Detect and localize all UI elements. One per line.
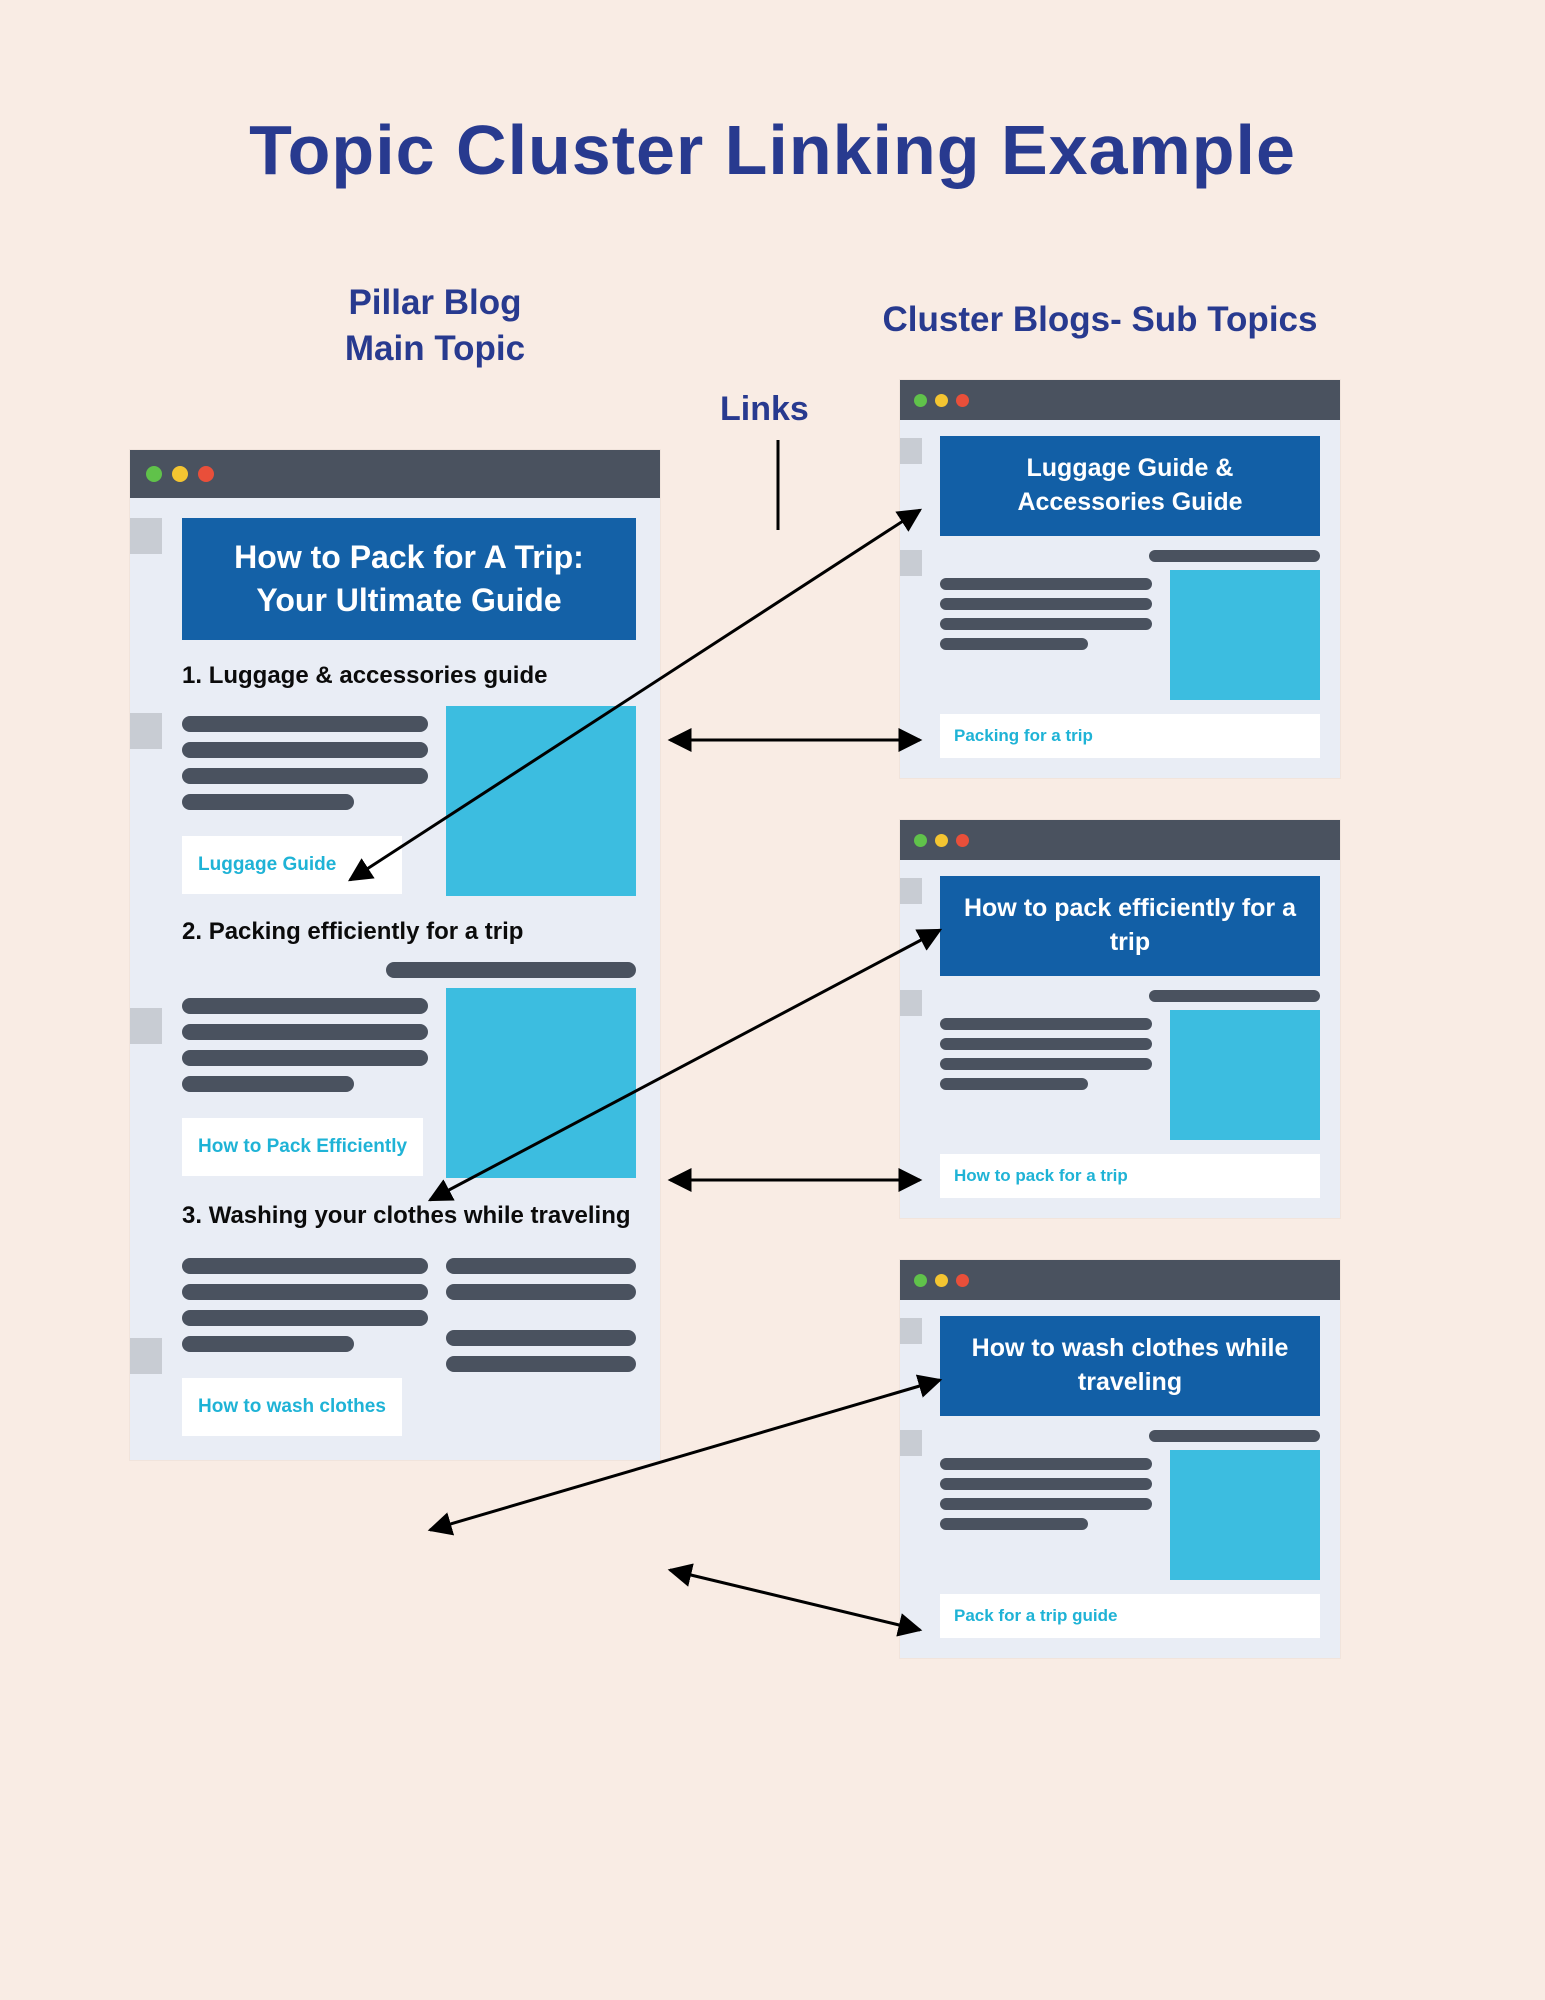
text-placeholder <box>182 794 354 810</box>
text-placeholder <box>940 1458 1152 1470</box>
text-placeholder <box>446 1330 636 1346</box>
image-placeholder <box>1170 1010 1320 1140</box>
cluster-browser: How to wash clothes while traveling Pack… <box>900 1260 1340 1658</box>
text-placeholder <box>182 768 428 784</box>
cluster-browser: How to pack efficiently for a trip How t… <box>900 820 1340 1218</box>
text-placeholder <box>182 1336 354 1352</box>
text-placeholder <box>182 1076 354 1092</box>
image-placeholder <box>446 988 636 1178</box>
traffic-light-green-icon <box>914 394 927 407</box>
text-placeholder <box>1149 1430 1320 1442</box>
text-placeholder <box>940 1038 1152 1050</box>
diagram-title: Topic Cluster Linking Example <box>0 110 1545 190</box>
traffic-light-red-icon <box>198 466 214 482</box>
window-chrome <box>900 380 1340 420</box>
text-placeholder <box>446 1258 636 1274</box>
cluster-back-link[interactable]: Packing for a trip <box>940 714 1320 758</box>
cluster-browser: Luggage Guide & Accessories Guide Packin… <box>900 380 1340 778</box>
pillar-link-wash-clothes[interactable]: How to wash clothes <box>182 1378 402 1436</box>
traffic-light-red-icon <box>956 1274 969 1287</box>
pillar-link-pack-efficiently[interactable]: How to Pack Efficiently <box>182 1118 423 1176</box>
text-placeholder <box>386 962 636 978</box>
text-placeholder <box>940 598 1152 610</box>
traffic-light-green-icon <box>146 466 162 482</box>
text-placeholder <box>940 1078 1088 1090</box>
pillar-label: Pillar BlogMain Topic <box>260 280 610 371</box>
text-placeholder <box>182 998 428 1014</box>
text-placeholder <box>182 716 428 732</box>
text-placeholder <box>940 1478 1152 1490</box>
text-placeholder <box>940 1058 1152 1070</box>
pillar-link-luggage[interactable]: Luggage Guide <box>182 836 402 894</box>
cluster-back-link[interactable]: Pack for a trip guide <box>940 1594 1320 1638</box>
text-placeholder <box>940 1518 1088 1530</box>
links-label: Links <box>720 390 809 429</box>
traffic-light-yellow-icon <box>935 1274 948 1287</box>
pillar-section-heading: 1. Luggage & accessories guide <box>182 662 636 690</box>
traffic-light-yellow-icon <box>935 834 948 847</box>
pillar-heading: How to Pack for A Trip: Your Ultimate Gu… <box>182 518 636 640</box>
text-placeholder <box>182 1258 428 1274</box>
pillar-section-heading: 2. Packing efficiently for a trip <box>182 918 636 946</box>
text-placeholder <box>182 1310 428 1326</box>
cluster-heading: How to wash clothes while traveling <box>940 1316 1320 1416</box>
text-placeholder <box>446 1284 636 1300</box>
traffic-light-green-icon <box>914 834 927 847</box>
text-placeholder <box>182 1024 428 1040</box>
traffic-light-red-icon <box>956 394 969 407</box>
cluster-label: Cluster Blogs- Sub Topics <box>840 300 1360 340</box>
text-placeholder <box>1149 550 1320 562</box>
cluster-heading: How to pack efficiently for a trip <box>940 876 1320 976</box>
text-placeholder <box>182 742 428 758</box>
text-placeholder <box>182 1284 428 1300</box>
text-placeholder <box>940 638 1088 650</box>
text-placeholder <box>940 578 1152 590</box>
traffic-light-yellow-icon <box>935 394 948 407</box>
cluster-heading: Luggage Guide & Accessories Guide <box>940 436 1320 536</box>
image-placeholder <box>446 706 636 896</box>
text-placeholder <box>1149 990 1320 1002</box>
text-placeholder <box>940 618 1152 630</box>
text-placeholder <box>182 1050 428 1066</box>
text-placeholder <box>940 1018 1152 1030</box>
traffic-light-green-icon <box>914 1274 927 1287</box>
pillar-section-heading: 3. Washing your clothes while traveling <box>182 1200 636 1231</box>
traffic-light-yellow-icon <box>172 466 188 482</box>
window-chrome <box>900 820 1340 860</box>
text-placeholder <box>446 1356 636 1372</box>
image-placeholder <box>1170 570 1320 700</box>
traffic-light-red-icon <box>956 834 969 847</box>
pillar-browser: How to Pack for A Trip: Your Ultimate Gu… <box>130 450 660 1460</box>
text-placeholder <box>940 1498 1152 1510</box>
cluster-back-link[interactable]: How to pack for a trip <box>940 1154 1320 1198</box>
window-chrome <box>900 1260 1340 1300</box>
window-chrome <box>130 450 660 498</box>
image-placeholder <box>1170 1450 1320 1580</box>
